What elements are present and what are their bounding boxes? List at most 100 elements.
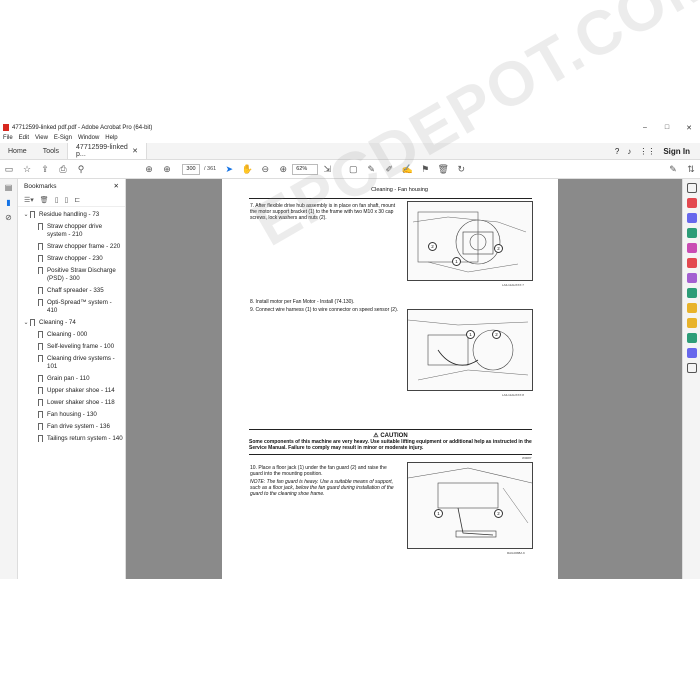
callout-4: 1 bbox=[466, 330, 475, 339]
new-bookmark-icon[interactable]: ▯ bbox=[55, 196, 59, 204]
figure-motor-bracket: 2 2 1 bbox=[407, 201, 533, 281]
bookmark-icon bbox=[38, 399, 43, 406]
comment-tool-icon[interactable] bbox=[686, 318, 697, 328]
bookmark-item[interactable]: Cleaning - 000 bbox=[18, 329, 125, 341]
bookmark-item[interactable]: Straw chopper frame - 220 bbox=[18, 241, 125, 253]
menu-esign[interactable]: E-Sign bbox=[54, 135, 72, 141]
scan-ocr-icon[interactable] bbox=[686, 288, 697, 298]
tab-document[interactable]: 47712599-linked p... ✕ bbox=[67, 143, 148, 159]
fill-sign-tool-icon[interactable] bbox=[686, 333, 697, 343]
notifications-icon[interactable]: ♪ bbox=[627, 147, 631, 156]
bookmark-item[interactable]: Upper shaker shoe - 114 bbox=[18, 385, 125, 397]
previous-page-icon[interactable]: ⊕ bbox=[140, 160, 158, 179]
figure-fan-guard-jack: 1 2 bbox=[407, 462, 533, 549]
bookmark-item[interactable]: Fan housing - 130 bbox=[18, 409, 125, 421]
edit-pdf-icon[interactable]: ✎ bbox=[664, 160, 682, 179]
delete-bookmark-icon[interactable]: 🗑 bbox=[40, 196, 49, 204]
bookmark-item[interactable]: Positive Straw Discharge (PSD) - 300 bbox=[18, 265, 125, 285]
bookmark-label: Cleaning - 74 bbox=[39, 319, 76, 326]
bookmark-icon bbox=[38, 255, 43, 262]
compress-icon[interactable] bbox=[686, 348, 697, 358]
tab-document-label: 47712599-linked p... bbox=[76, 144, 128, 158]
bookmarks-toolbar: ☰▾ 🗑 ▯ ▯ ⊏ bbox=[18, 193, 125, 207]
bookmark-icon bbox=[38, 331, 43, 338]
tab-home[interactable]: Home bbox=[0, 143, 35, 159]
window-title: 47712599-linked pdf.pdf - Adobe Acrobat … bbox=[12, 124, 153, 131]
bookmark-item[interactable]: ⌄ Residue handling - 73 bbox=[18, 209, 125, 221]
print-icon[interactable]: ⎙ bbox=[54, 160, 72, 179]
menu-view[interactable]: View bbox=[35, 135, 48, 141]
bookmark-item[interactable]: Lower shaker shoe - 118 bbox=[18, 397, 125, 409]
bookmark-label: Lower shaker shoe - 118 bbox=[47, 399, 115, 406]
menu-window[interactable]: Window bbox=[78, 135, 99, 141]
expand-chevron-icon[interactable]: ⌄ bbox=[22, 211, 30, 219]
create-icon[interactable]: ▭ bbox=[0, 160, 18, 179]
bookmark-star-icon[interactable]: ☆ bbox=[18, 160, 36, 179]
bookmark-icon bbox=[38, 223, 43, 230]
zoom-out-icon[interactable]: ⊖ bbox=[256, 160, 274, 179]
bookmark-label: Self-leveling frame - 100 bbox=[47, 343, 115, 350]
bookmark-item[interactable]: Chaff spreader - 335 bbox=[18, 285, 125, 297]
bookmark-item[interactable]: Tailings return system - 140 bbox=[18, 433, 125, 445]
tag-icon[interactable]: ⊏ bbox=[74, 196, 80, 204]
search-icon[interactable]: ⚲ bbox=[72, 160, 90, 179]
figure-8-id: LAIL11AHXXX 8 bbox=[502, 393, 524, 397]
help-icon[interactable]: ? bbox=[615, 147, 619, 156]
sign-in-button[interactable]: Sign In bbox=[663, 147, 690, 156]
expand-chevron-icon[interactable]: ⌄ bbox=[22, 319, 30, 327]
bookmark-icon bbox=[38, 267, 43, 274]
bookmark-item[interactable]: Fan drive system - 136 bbox=[18, 421, 125, 433]
minimize-button[interactable]: – bbox=[634, 124, 656, 131]
organize-pages-icon[interactable] bbox=[686, 243, 697, 253]
bookmark-item[interactable]: ⌄ Cleaning - 74 bbox=[18, 317, 125, 329]
bookmark-item[interactable]: Grain pan - 110 bbox=[18, 373, 125, 385]
callout-6: 1 bbox=[434, 509, 443, 518]
export-pdf-icon[interactable] bbox=[686, 198, 697, 208]
maximize-button[interactable]: □ bbox=[656, 124, 678, 131]
attachments-icon[interactable]: ⊘ bbox=[2, 213, 16, 222]
upload-icon[interactable]: ⇪ bbox=[36, 160, 54, 179]
share-icon[interactable]: ⇅ bbox=[682, 160, 700, 179]
figure-wire-harness-drawing bbox=[407, 319, 529, 381]
menu-help[interactable]: Help bbox=[105, 135, 117, 141]
bookmark-item[interactable]: Cleaning drive systems - 101 bbox=[18, 353, 125, 373]
zoom-tool-icon[interactable] bbox=[686, 183, 697, 193]
request-signatures-icon[interactable] bbox=[686, 273, 697, 283]
edit-pdf-tool-icon[interactable] bbox=[686, 258, 697, 268]
page-thumbnails-icon[interactable]: ▤ bbox=[2, 183, 16, 192]
bookmark-item[interactable]: Opti-Spread™ system - 410 bbox=[18, 297, 125, 317]
menu-edit[interactable]: Edit bbox=[19, 135, 29, 141]
next-page-icon[interactable]: ⊕ bbox=[158, 160, 176, 179]
bookmark-label: Upper shaker shoe - 114 bbox=[47, 387, 115, 394]
close-button[interactable]: ✕ bbox=[678, 124, 700, 132]
bookmark-item[interactable]: Self-leveling frame - 100 bbox=[18, 341, 125, 353]
bookmark-label: Chaff spreader - 335 bbox=[47, 287, 104, 294]
apps-grid-icon[interactable]: ⋮⋮ bbox=[639, 147, 655, 156]
create-pdf-icon[interactable] bbox=[686, 213, 697, 223]
select-cursor-icon[interactable]: ➤ bbox=[220, 160, 238, 179]
menu-file[interactable]: File bbox=[3, 135, 13, 141]
caution-body: Some components of this machine are very… bbox=[249, 439, 532, 451]
tab-close-icon[interactable]: ✕ bbox=[132, 147, 138, 155]
more-tools-icon[interactable] bbox=[686, 363, 697, 373]
options-menu-icon[interactable]: ☰▾ bbox=[24, 196, 34, 204]
protect-icon[interactable] bbox=[686, 303, 697, 313]
document-viewer[interactable]: Cleaning - Fan housing 7. After flexible… bbox=[126, 0, 700, 579]
bookmarks-close-icon[interactable]: ✕ bbox=[114, 182, 119, 190]
figure-7-id: LAIL11AHXXX 7 bbox=[502, 283, 524, 287]
bookmark-icon bbox=[38, 299, 43, 306]
page-number-input[interactable]: 300 bbox=[182, 163, 200, 175]
callout-2: 2 bbox=[494, 244, 503, 253]
combine-files-icon[interactable] bbox=[686, 228, 697, 238]
step-8-text: 8. Install motor per Fan Motor - Install… bbox=[250, 299, 355, 305]
expand-bookmark-icon[interactable]: ▯ bbox=[65, 196, 69, 204]
tab-tools[interactable]: Tools bbox=[35, 143, 67, 159]
rotate-icon[interactable]: ↻ bbox=[452, 160, 470, 179]
bookmarks-header: Bookmarks ✕ bbox=[18, 179, 125, 193]
bookmarks-icon[interactable]: ▮ bbox=[2, 198, 16, 207]
bookmark-item[interactable]: Straw chopper drive system - 210 bbox=[18, 221, 125, 241]
hand-tool-icon[interactable]: ✋ bbox=[238, 160, 256, 179]
callout-1: 2 bbox=[428, 242, 437, 251]
callout-5: 2 bbox=[492, 330, 501, 339]
bookmark-item[interactable]: Straw chopper - 230 bbox=[18, 253, 125, 265]
